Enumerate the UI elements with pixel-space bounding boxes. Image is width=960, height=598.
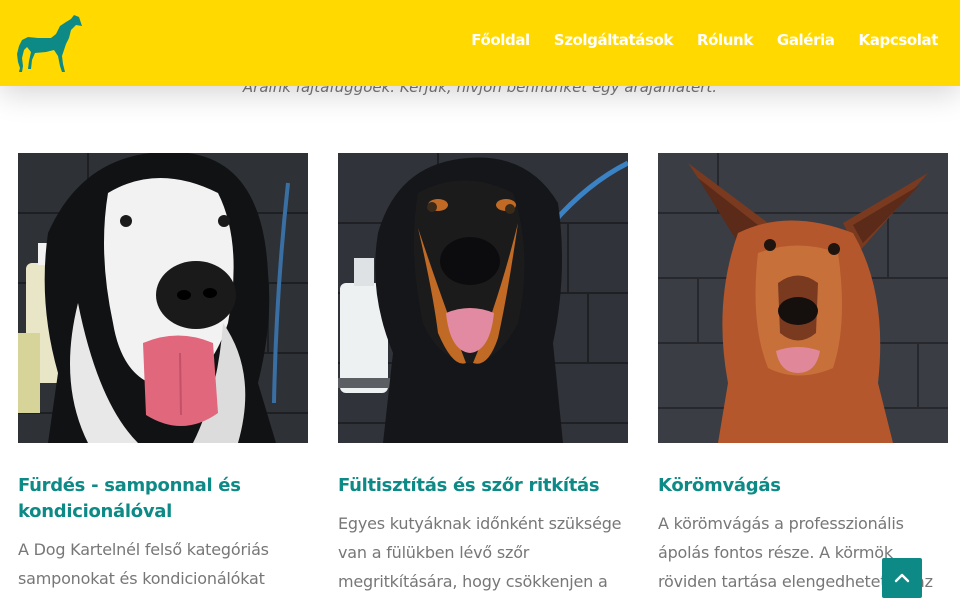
nav-item-kapcsolat[interactable]: Kapcsolat: [859, 31, 939, 49]
nav-item-fooldal[interactable]: Főoldal: [471, 31, 530, 49]
service-description: A Dog Kartelnél felső kategóriás sampono…: [18, 540, 269, 588]
dog-ear-cleaning-photo: [338, 153, 628, 443]
dog-bath-photo: [18, 153, 308, 443]
scroll-to-top-button[interactable]: [882, 558, 922, 598]
nav-item-rolunk[interactable]: Rólunk: [697, 31, 753, 49]
nav-item-szolgaltatasok[interactable]: Szolgáltatások: [554, 31, 674, 49]
greyhound-logo[interactable]: [16, 14, 82, 74]
service-card-bath: Fürdés - samponnal és kondicionálóval A …: [18, 153, 308, 593]
main-nav: Főoldal Szolgáltatások Rólunk Galéria Ka…: [471, 31, 938, 49]
service-card-nail-clipping: Körömvágás A körömvágás a professzionáli…: [658, 153, 948, 596]
site-header: Főoldal Szolgáltatások Rólunk Galéria Ka…: [0, 0, 960, 86]
dog-nail-clipping-photo: [658, 153, 948, 443]
service-title: Fültisztítás és szőr ritkítás: [338, 475, 600, 496]
nav-item-galeria[interactable]: Galéria: [777, 31, 835, 49]
service-title: Körömvágás: [658, 475, 781, 496]
service-description: Egyes kutyáknak időnként szüksége van a …: [338, 514, 622, 591]
chevron-up-icon: [894, 573, 910, 583]
service-title: Fürdés - samponnal és kondicionálóval: [18, 475, 241, 522]
service-card-ear-cleaning: Fültisztítás és szőr ritkítás Egyes kuty…: [338, 153, 628, 596]
